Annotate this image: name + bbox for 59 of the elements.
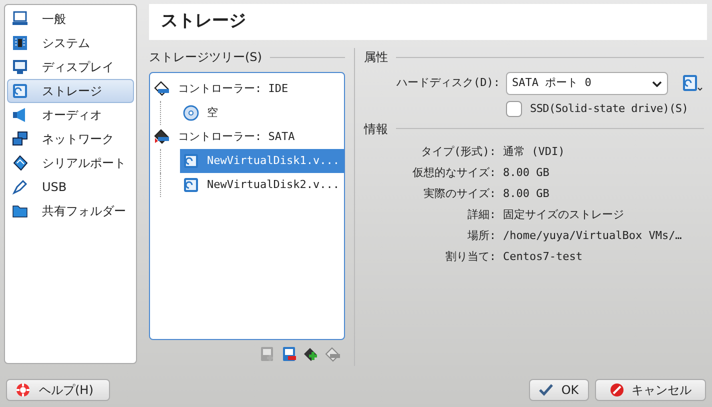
info-value: /home/yuya/VirtualBox VMs/… (503, 228, 682, 244)
sidebar-item[interactable]: USB (7, 175, 134, 199)
disk-remove-icon[interactable] (281, 346, 297, 362)
tree-item[interactable]: コントローラー: SATA (178, 128, 295, 146)
hard-disk-dropdown[interactable]: SATA ポート 0 (506, 72, 668, 95)
folder-icon (12, 203, 28, 219)
disk-chooser-icon[interactable] (682, 74, 704, 94)
help-button[interactable]: ヘルプ(H) (6, 379, 110, 401)
field-label: ハードディスク(D): (396, 75, 500, 92)
chip-icon (12, 35, 28, 51)
sidebar-item[interactable]: ネットワーク (7, 127, 134, 151)
sidebar-item[interactable]: システム (7, 31, 134, 55)
speaker-icon (12, 107, 28, 123)
cancel-icon (610, 383, 624, 397)
info-label: 割り当て: (444, 249, 496, 266)
tree-item[interactable]: 空 (180, 101, 344, 125)
tree-item[interactable]: NewVirtualDisk1.v... (180, 149, 344, 173)
page-title: ストレージ (161, 10, 246, 34)
info-label: 実際のサイズ: (422, 186, 496, 202)
cancel-button[interactable]: キャンセル (595, 379, 706, 401)
info-value: 8.00 GB (503, 186, 550, 202)
serial-port-icon (12, 155, 28, 171)
section-label: ストレージツリー(S) (149, 49, 262, 66)
info-label: 場所: (466, 228, 496, 244)
checkbox-label: SSD(Solid-state drive)(S) (530, 101, 688, 117)
caret-icon (652, 80, 662, 86)
section-heading: 情報 (364, 120, 388, 138)
info-value: Centos7-test (503, 249, 582, 266)
info-value: 通常 (VDI) (503, 144, 565, 160)
controller-add-icon[interactable] (303, 346, 319, 362)
info-label: 仮想的なサイズ: (411, 165, 496, 182)
usb-icon (12, 179, 28, 195)
disk-icon (12, 83, 28, 99)
sidebar-item[interactable]: オーディオ (7, 103, 134, 127)
disc-icon (183, 105, 199, 121)
monitor-icon (12, 59, 28, 75)
storage-tree[interactable]: コントローラー: IDE 空 コントローラー: SATA NewVirtualDisk1.v... NewVirtualDisk2.v... (149, 72, 345, 340)
sidebar-item[interactable]: ストレージ (7, 79, 134, 103)
info-label: タイプ(形式): (420, 144, 496, 160)
info-value: 8.00 GB (503, 165, 550, 182)
checkmark-icon (539, 384, 554, 396)
ok-button[interactable]: OK (529, 379, 589, 401)
tree-item[interactable]: コントローラー: IDE (178, 80, 288, 98)
controller-icon (154, 129, 170, 145)
disk-icon (183, 177, 199, 193)
sidebar-item[interactable]: シリアルポート (7, 151, 134, 175)
sidebar-item[interactable]: ディスプレイ (7, 55, 134, 79)
sidebar-item[interactable]: 一般 (7, 7, 134, 31)
disk-icon (183, 153, 199, 169)
info-value: 固定サイズのストレージ (503, 207, 624, 224)
controller-icon (154, 81, 170, 97)
section-heading: 属性 (364, 49, 388, 66)
tree-item[interactable]: NewVirtualDisk2.v... (180, 173, 344, 197)
sidebar-item[interactable]: 共有フォルダー (7, 199, 134, 223)
lifebuoy-icon (15, 382, 31, 398)
ssd-checkbox[interactable] (506, 101, 522, 118)
laptop-icon (12, 11, 28, 27)
info-label: 詳細: (466, 207, 496, 224)
network-icon (12, 131, 28, 147)
